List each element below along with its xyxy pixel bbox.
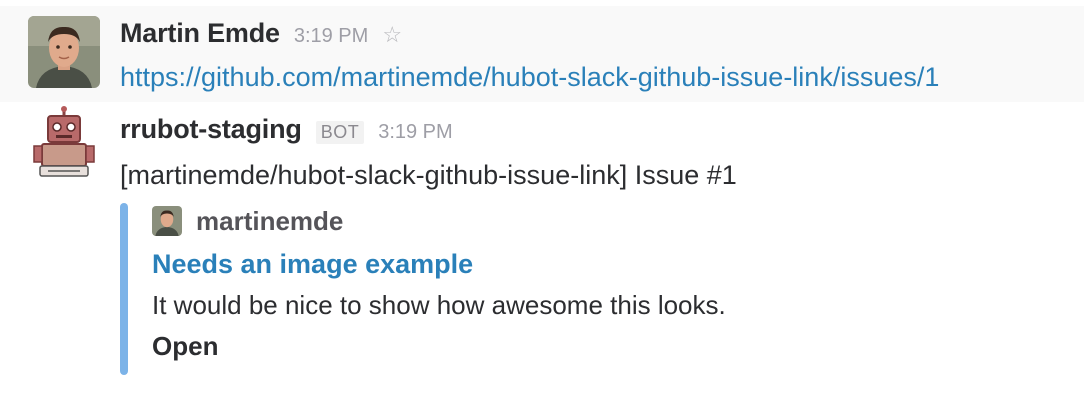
bot-avatar[interactable] [28, 106, 100, 178]
issue-status: Open [152, 331, 219, 361]
star-icon[interactable]: ☆ [382, 24, 402, 46]
avatar[interactable] [28, 16, 100, 88]
attachment-author: martinemde [152, 203, 1074, 239]
timestamp[interactable]: 3:19 PM [378, 121, 452, 144]
author-name[interactable]: martinemde [196, 206, 343, 237]
sender-name[interactable]: rrubot-staging [120, 114, 302, 145]
message-rrubot-staging[interactable]: rrubot-staging BOT 3:19 PM [martinemde/h… [0, 104, 1084, 394]
sender-name[interactable]: Martin Emde [120, 18, 280, 49]
attachment-text: It would be nice to show how awesome thi… [152, 290, 726, 320]
message-link[interactable]: https://github.com/martinemde/hubot-slac… [120, 62, 1074, 93]
timestamp[interactable]: 3:19 PM [294, 25, 368, 48]
attachment: martinemde Needs an image example It wou… [120, 203, 1074, 379]
author-avatar[interactable] [152, 206, 182, 236]
message-martin-emde[interactable]: Martin Emde 3:19 PM ☆ https://github.com… [0, 6, 1084, 102]
attachment-title-link[interactable]: Needs an image example [152, 249, 1074, 280]
attachment-color-bar [120, 203, 128, 375]
message-text: [martinemde/hubot-slack-github-issue-lin… [120, 160, 737, 190]
bot-badge: BOT [315, 121, 365, 144]
